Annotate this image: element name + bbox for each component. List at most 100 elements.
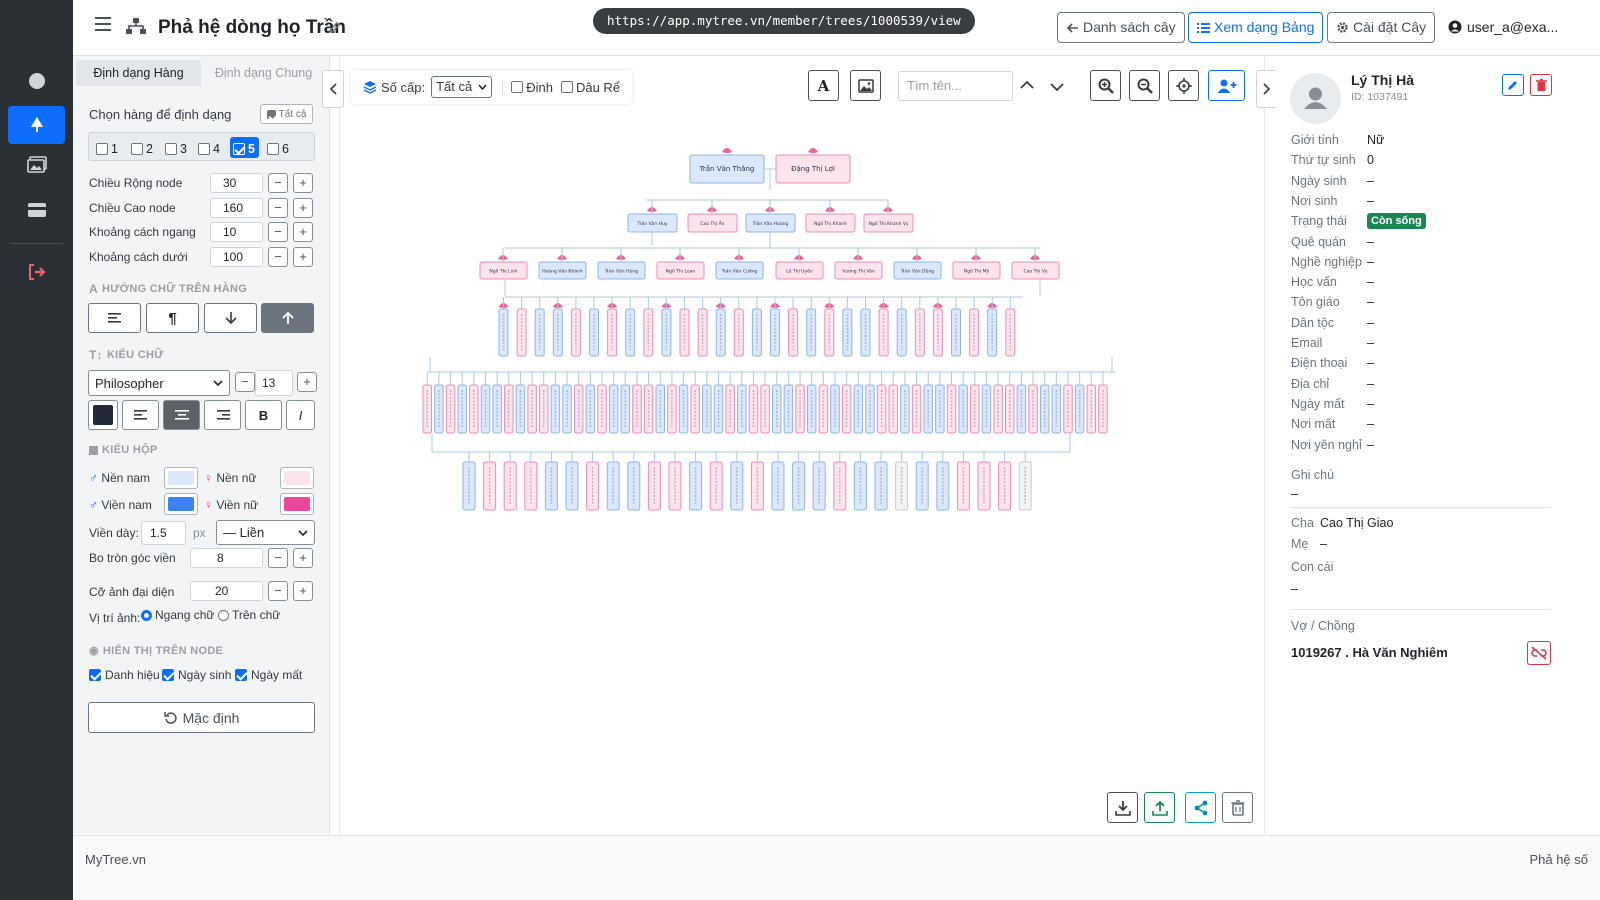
- border-style-select[interactable]: — Liền: [216, 520, 315, 545]
- male-bg-swatch[interactable]: [164, 467, 198, 489]
- female-border-swatch[interactable]: [280, 493, 314, 515]
- tab-row-format[interactable]: Định dạng Hàng: [76, 60, 201, 86]
- row-4-checkbox[interactable]: 4: [198, 142, 220, 156]
- user-menu[interactable]: user_a@exa...: [1448, 19, 1558, 35]
- person-node-label[interactable]: Cao Thị Ân: [700, 220, 724, 227]
- person-node-label[interactable]: Hoàng Văn Khánh: [542, 268, 583, 275]
- node-height-plus[interactable]: +: [293, 198, 313, 218]
- family-tree-diagram[interactable]: Trần Văn Thắng Đặng Thị LợiTrần Văn Huy Ca…: [340, 57, 1266, 834]
- direction-down-button[interactable]: [204, 303, 257, 333]
- node-height-input[interactable]: 160: [210, 198, 263, 218]
- tree-settings-button[interactable]: Cài đặt Cây: [1327, 12, 1436, 43]
- select-all-button[interactable]: Tất cả: [260, 104, 313, 124]
- show-birth-checkbox[interactable]: Ngày sinh: [162, 668, 231, 682]
- male-border-swatch[interactable]: [164, 493, 198, 515]
- tab-general-format[interactable]: Định dạng Chung: [201, 60, 326, 86]
- tree-canvas[interactable]: Trần Văn Thắng Đặng Thị Lợi Trần Văn Huy Ca…: [339, 57, 1265, 834]
- download-button[interactable]: [1107, 792, 1138, 823]
- font-size-input[interactable]: 13: [255, 370, 293, 396]
- image-toggle-button[interactable]: [850, 70, 881, 101]
- font-size-plus[interactable]: +: [297, 372, 317, 392]
- show-death-checkbox[interactable]: Ngày mất: [235, 668, 302, 682]
- v-gap-input[interactable]: 100: [210, 247, 263, 267]
- h-gap-input[interactable]: 10: [210, 222, 263, 242]
- node-height-minus[interactable]: −: [268, 198, 288, 218]
- direction-paragraph-button[interactable]: ¶: [146, 303, 199, 333]
- person-node-label[interactable]: Ngô Thị Khánh Vy: [868, 220, 908, 227]
- h-gap-plus[interactable]: +: [293, 222, 313, 242]
- h-gap-minus[interactable]: −: [268, 222, 288, 242]
- border-width-input[interactable]: 1.5: [141, 521, 186, 545]
- add-member-button[interactable]: [1208, 70, 1245, 101]
- node-width-minus[interactable]: −: [268, 173, 288, 193]
- avatar-pos-top-radio[interactable]: Trên chữ: [218, 608, 280, 622]
- direction-up-button[interactable]: [261, 303, 314, 333]
- radius-input[interactable]: 8: [190, 548, 263, 568]
- delete-member-button[interactable]: [1530, 74, 1552, 96]
- father-value[interactable]: Cao Thị Giao: [1320, 516, 1393, 530]
- zoom-out-button[interactable]: [1129, 70, 1160, 101]
- circle-icon[interactable]: [8, 62, 65, 100]
- menu-icon[interactable]: [95, 17, 111, 31]
- card-icon[interactable]: [8, 191, 65, 229]
- share-button[interactable]: [1185, 792, 1216, 823]
- bold-button[interactable]: B: [245, 400, 282, 430]
- align-right-button[interactable]: [204, 400, 241, 430]
- v-gap-minus[interactable]: −: [268, 247, 288, 267]
- person-node-label[interactable]: Trần Văn Thắng: [699, 164, 755, 173]
- person-node-label[interactable]: Ngô Thị Loan: [666, 268, 696, 275]
- inlaw-checkbox[interactable]: Dâu Rể: [560, 80, 620, 95]
- center-view-button[interactable]: [1168, 70, 1199, 101]
- font-family-select[interactable]: Philosopher: [88, 370, 230, 396]
- level-select[interactable]: Tất cả: [431, 76, 493, 98]
- person-node-label[interactable]: Ngô Thị Linh: [489, 268, 517, 275]
- radius-minus[interactable]: −: [268, 548, 288, 568]
- female-bg-swatch[interactable]: [280, 467, 314, 489]
- direction-horizontal-button[interactable]: [88, 303, 141, 333]
- logout-icon[interactable]: [8, 253, 65, 291]
- person-node-label[interactable]: Ngô Thị Khánh: [814, 220, 847, 227]
- name-search-input[interactable]: Tìm tên...: [898, 71, 1013, 101]
- radius-plus[interactable]: +: [293, 548, 313, 568]
- zoom-in-button[interactable]: [1090, 70, 1121, 101]
- table-view-button[interactable]: Xem dạng Bảng: [1188, 12, 1324, 43]
- pin-checkbox[interactable]: Đinh: [502, 79, 553, 95]
- delete-tree-button[interactable]: [1222, 792, 1253, 823]
- upload-button[interactable]: [1144, 792, 1175, 823]
- reset-default-button[interactable]: Mặc định: [88, 702, 315, 733]
- avatar-size-minus[interactable]: −: [268, 581, 288, 601]
- row-2-checkbox[interactable]: 2: [131, 142, 153, 156]
- tree-list-button[interactable]: Danh sách cây: [1057, 12, 1185, 43]
- node-width-plus[interactable]: +: [293, 173, 313, 193]
- row-3-checkbox[interactable]: 3: [165, 142, 187, 156]
- avatar-size-input[interactable]: 20: [190, 581, 263, 601]
- text-color-picker[interactable]: [88, 400, 118, 430]
- row-1-checkbox[interactable]: 1: [96, 142, 118, 156]
- tree-icon[interactable]: [8, 106, 65, 144]
- spouse-value[interactable]: 1019267 . Hà Văn Nghiêm: [1291, 645, 1448, 660]
- show-title-checkbox[interactable]: Danh hiệu: [89, 668, 160, 682]
- row-5-checkbox[interactable]: 5: [233, 142, 255, 156]
- edit-member-button[interactable]: [1502, 74, 1524, 96]
- align-left-button[interactable]: [122, 400, 159, 430]
- person-node-label[interactable]: Đặng Thị Lợi: [791, 165, 835, 173]
- collapse-left-panel-button[interactable]: [322, 70, 344, 108]
- italic-button[interactable]: I: [286, 400, 315, 430]
- search-prev-icon[interactable]: [1020, 78, 1034, 93]
- unlink-spouse-button[interactable]: [1527, 641, 1551, 665]
- person-node-label[interactable]: Cao Thị Vy: [1024, 269, 1048, 275]
- text-toggle-button[interactable]: A: [808, 70, 839, 101]
- avatar-size-plus[interactable]: +: [293, 581, 313, 601]
- v-gap-plus[interactable]: +: [293, 247, 313, 267]
- row-6-checkbox[interactable]: 6: [267, 142, 289, 156]
- font-size-minus[interactable]: −: [235, 372, 255, 392]
- avatar-pos-inline-radio[interactable]: Ngang chữ: [141, 608, 214, 622]
- person-node-label[interactable]: Ngô Thị Mỹ: [964, 268, 990, 275]
- node-width-input[interactable]: 30: [210, 173, 263, 193]
- person-node-label[interactable]: Vương Thị Vân: [842, 268, 875, 275]
- align-center-button[interactable]: [163, 400, 200, 430]
- search-next-icon[interactable]: [1050, 80, 1064, 95]
- person-node-label[interactable]: Lê Thị Uyên: [786, 268, 813, 275]
- edit-title-icon[interactable]: [328, 21, 341, 37]
- images-icon[interactable]: [8, 146, 65, 184]
